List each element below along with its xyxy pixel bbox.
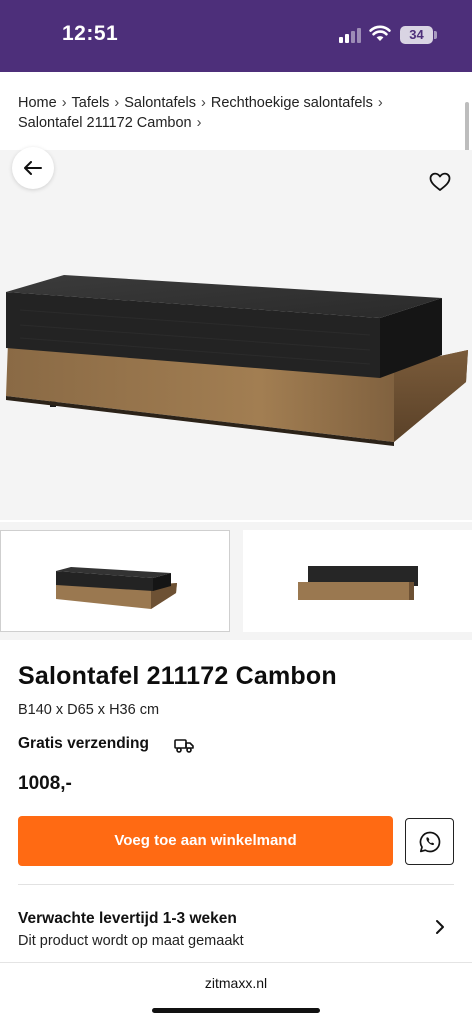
arrow-left-icon: [24, 161, 42, 175]
whatsapp-button[interactable]: [405, 818, 454, 865]
breadcrumb-separator: ›: [196, 115, 202, 131]
battery-icon: 34: [400, 26, 433, 44]
product-title: Salontafel 211172 Cambon: [18, 662, 337, 690]
breadcrumb-tafels[interactable]: Tafels: [72, 95, 110, 111]
whatsapp-icon: [419, 831, 440, 852]
breadcrumb-rechthoekige[interactable]: Rechthoekige salontafels: [211, 95, 373, 111]
back-button[interactable]: [12, 147, 54, 189]
breadcrumb-separator: ›: [377, 95, 383, 111]
url-address[interactable]: zitmaxx.nl: [0, 975, 472, 991]
wifi-icon: [369, 25, 391, 41]
delivery-subtitle: Dit product wordt op maat gemaakt: [18, 933, 244, 949]
heart-icon[interactable]: [429, 172, 451, 192]
thumbnail-angle[interactable]: [0, 530, 230, 632]
status-bar: 12:51 34: [0, 0, 472, 72]
cellular-signal-icon: [339, 27, 363, 43]
truck-icon: [174, 739, 194, 753]
breadcrumb-salontafels[interactable]: Salontafels: [124, 95, 196, 111]
chevron-right-icon[interactable]: [434, 919, 446, 935]
breadcrumb-home[interactable]: Home: [18, 95, 57, 111]
browser-bar: [0, 962, 472, 1024]
delivery-title[interactable]: Verwachte levertijd 1-3 weken: [18, 910, 237, 928]
status-time: 12:51: [62, 22, 119, 45]
breadcrumb-separator: ›: [61, 95, 67, 111]
battery-tip: [434, 31, 437, 39]
breadcrumb-separator: ›: [201, 95, 206, 111]
product-dimensions: B140 x D65 x H36 cm: [18, 702, 160, 718]
main-product-image[interactable]: [0, 150, 472, 520]
breadcrumb-separator: ›: [114, 95, 120, 111]
divider: [18, 884, 454, 885]
home-indicator[interactable]: [152, 1008, 320, 1013]
coffee-table-angle-thumbnail: [56, 567, 177, 609]
breadcrumb: Home › Tafels › Salontafels › Rechthoekige sal…: [18, 93, 438, 133]
coffee-table-illustration: [6, 275, 468, 446]
shipping-label: Gratis verzending: [18, 735, 149, 752]
add-to-cart-button[interactable]: Voeg toe aan winkelmand: [18, 816, 393, 866]
coffee-table-front-thumbnail: [298, 566, 418, 600]
thumbnail-front[interactable]: [243, 530, 472, 632]
product-price: 1008,-: [18, 773, 72, 794]
breadcrumb-current[interactable]: Salontafel 211172 Cambon: [18, 115, 192, 131]
